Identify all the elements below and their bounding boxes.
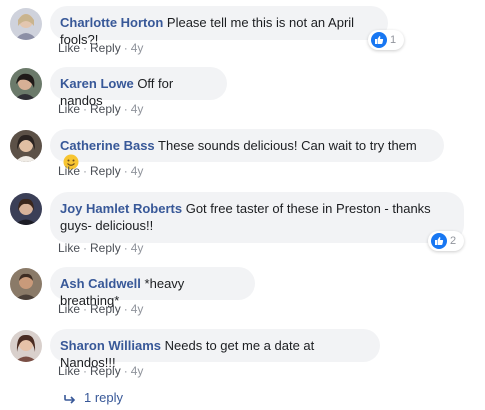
comment-bubble: Ash Caldwell *heavy breathing* — [50, 267, 255, 308]
reply-link[interactable]: Reply — [90, 302, 121, 316]
like-link[interactable]: Like — [58, 102, 80, 116]
comment-text: These sounds delicious! Can wait to try … — [158, 138, 417, 153]
timestamp[interactable]: 4y — [131, 41, 144, 55]
avatar-photo-icon — [10, 8, 42, 40]
comment-bubble: Charlotte Horton Please tell me this is … — [50, 6, 388, 47]
comment-bubble: Sharon Williams Needs to get me a date a… — [50, 329, 380, 370]
avatar-photo-icon — [10, 268, 42, 300]
thumbs-up-icon — [431, 233, 447, 249]
avatar-photo-icon — [10, 193, 42, 225]
timestamp[interactable]: 4y — [131, 241, 144, 255]
like-link[interactable]: Like — [58, 302, 80, 316]
like-link[interactable]: Like — [58, 241, 80, 255]
like-link[interactable]: Like — [58, 364, 80, 378]
reply-link[interactable]: Reply — [90, 41, 121, 55]
avatar[interactable] — [10, 8, 42, 40]
timestamp[interactable]: 4y — [131, 164, 144, 178]
reply-link[interactable]: Reply — [90, 241, 121, 255]
avatar[interactable] — [10, 193, 42, 225]
comment-actions: Like · Reply · 4y — [58, 164, 144, 178]
avatar[interactable] — [10, 68, 42, 100]
avatar[interactable] — [10, 330, 42, 362]
timestamp[interactable]: 4y — [131, 302, 144, 316]
comment-actions: Like · Reply · 4y — [58, 302, 144, 316]
avatar-photo-icon — [10, 68, 42, 100]
reaction-count-number: 1 — [390, 34, 397, 46]
comment-bubble: Karen Lowe Off for nandos — [50, 67, 227, 108]
commenter-name[interactable]: Ash Caldwell — [60, 276, 141, 291]
reply-arrow-icon — [64, 391, 76, 408]
avatar-photo-icon — [10, 330, 42, 362]
commenter-name[interactable]: Joy Hamlet Roberts — [60, 201, 182, 216]
commenter-name[interactable]: Charlotte Horton — [60, 15, 163, 30]
comment-actions: Like · Reply · 4y — [58, 241, 144, 255]
timestamp[interactable]: 4y — [131, 364, 144, 378]
comment-actions: Like · Reply · 4y — [58, 364, 144, 378]
reply-link[interactable]: Reply — [90, 164, 121, 178]
reply-link[interactable]: Reply — [90, 102, 121, 116]
comment-actions: Like · Reply · 4y — [58, 102, 144, 116]
comment-bubble: Joy Hamlet Roberts Got free taster of th… — [50, 192, 464, 243]
avatar[interactable] — [10, 268, 42, 300]
like-link[interactable]: Like — [58, 164, 80, 178]
commenter-name[interactable]: Catherine Bass — [60, 138, 155, 153]
thumbs-up-icon — [371, 32, 387, 48]
comment-bubble: Catherine Bass These sounds delicious! C… — [50, 129, 444, 170]
commenter-name[interactable]: Karen Lowe — [60, 76, 134, 91]
avatar[interactable] — [10, 130, 42, 162]
like-link[interactable]: Like — [58, 41, 80, 55]
replies-count-label: 1 reply — [84, 390, 124, 405]
reaction-count[interactable]: 1 — [368, 30, 404, 50]
avatar-photo-icon — [10, 130, 42, 162]
timestamp[interactable]: 4y — [131, 102, 144, 116]
reaction-count-number: 2 — [450, 235, 457, 247]
reaction-count[interactable]: 2 — [428, 231, 464, 251]
view-replies-link[interactable]: 1 reply — [64, 389, 123, 408]
commenter-name[interactable]: Sharon Williams — [60, 338, 161, 353]
reply-link[interactable]: Reply — [90, 364, 121, 378]
comment-actions: Like · Reply · 4y — [58, 41, 144, 55]
